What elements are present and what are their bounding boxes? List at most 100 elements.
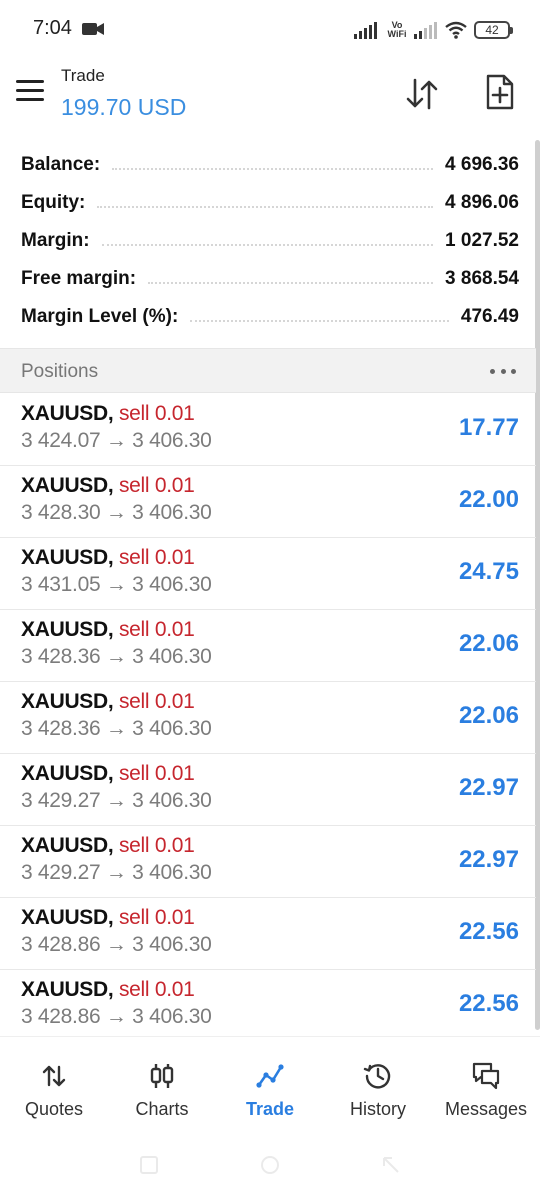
nav-history[interactable]: History — [324, 1037, 432, 1132]
positions-title: Positions — [21, 361, 99, 382]
position-profit: 22.56 — [458, 918, 519, 945]
arrow: → — [105, 933, 127, 956]
summary-label: Equity: — [21, 192, 86, 213]
open-price: 3 424.07 — [21, 429, 101, 452]
nav-label: Trade — [245, 1099, 295, 1119]
open-price: 3 428.36 — [21, 645, 101, 668]
home-icon[interactable] — [259, 1154, 281, 1176]
position-row[interactable]: XAUUSD, sell 0.01 3 431.05 → 3 406.30 24… — [0, 538, 536, 610]
position-row[interactable]: XAUUSD, sell 0.01 3 428.86 → 3 406.30 22… — [0, 898, 536, 970]
position-row[interactable]: XAUUSD, sell 0.01 3 424.07 → 3 406.30 17… — [0, 394, 536, 466]
position-row[interactable]: XAUUSD, sell 0.01 3 429.27 → 3 406.30 22… — [0, 826, 536, 898]
position-profit: 22.97 — [458, 774, 519, 801]
nav-label: Messages — [444, 1099, 528, 1119]
position-profit: 22.00 — [458, 486, 519, 513]
dotted-leader — [112, 168, 434, 170]
more-options-icon[interactable] — [490, 369, 516, 375]
position-profit: 17.77 — [458, 414, 519, 441]
position-symbol: XAUUSD, — [21, 474, 114, 497]
position-type: sell 0.01 — [118, 762, 195, 785]
position-profit: 22.06 — [458, 702, 519, 729]
position-row[interactable]: XAUUSD, sell 0.01 3 428.36 → 3 406.30 22… — [0, 682, 536, 754]
summary-label: Margin Level (%): — [21, 306, 179, 327]
quotes-icon — [42, 1065, 66, 1087]
position-profit: 22.06 — [458, 630, 519, 657]
summary-value: 476.49 — [460, 306, 519, 327]
position-symbol: XAUUSD, — [21, 546, 114, 569]
charts-icon — [150, 1064, 174, 1088]
summary-value: 1 027.52 — [445, 230, 519, 251]
current-price: 3 406.30 — [132, 645, 212, 668]
video-camera-icon — [82, 23, 104, 35]
arrow: → — [105, 1005, 127, 1028]
current-price: 3 406.30 — [132, 933, 212, 956]
summary-row-free-margin: Free margin: 3 868.54 — [0, 260, 536, 298]
position-symbol: XAUUSD, — [21, 834, 114, 857]
summary-label: Free margin: — [21, 268, 137, 289]
menu-icon[interactable] — [16, 80, 44, 104]
position-symbol: XAUUSD, — [21, 618, 114, 641]
current-price: 3 406.30 — [132, 429, 212, 452]
battery-icon: 42 — [474, 21, 513, 39]
page-title: Trade — [61, 66, 105, 85]
position-type: sell 0.01 — [118, 618, 195, 641]
open-price: 3 431.05 — [21, 573, 101, 596]
system-nav-bar — [0, 1132, 540, 1200]
dotted-leader — [190, 320, 449, 322]
arrow: → — [105, 717, 127, 740]
signal-icon — [354, 22, 377, 39]
status-bar: 7:04 Vo WiFi 42 — [0, 0, 540, 58]
open-price: 3 429.27 — [21, 789, 101, 812]
position-symbol: XAUUSD, — [21, 402, 114, 425]
current-price: 3 406.30 — [132, 717, 212, 740]
position-row[interactable]: XAUUSD, sell 0.01 3 428.36 → 3 406.30 22… — [0, 610, 536, 682]
arrow: → — [105, 573, 127, 596]
back-icon[interactable] — [380, 1154, 402, 1176]
nav-trade[interactable]: Trade — [216, 1037, 324, 1132]
open-price: 3 428.86 — [21, 933, 101, 956]
position-type: sell 0.01 — [118, 690, 195, 713]
position-symbol: XAUUSD, — [21, 978, 114, 1001]
current-price: 3 406.30 — [132, 573, 212, 596]
current-price: 3 406.30 — [132, 1005, 212, 1028]
position-type: sell 0.01 — [118, 978, 195, 1001]
nav-label: Charts — [135, 1099, 189, 1119]
summary-label: Margin: — [21, 230, 90, 251]
position-row[interactable]: XAUUSD, sell 0.01 3 428.86 → 3 406.30 22… — [0, 970, 536, 1042]
header-balance: 199.70 USD — [61, 94, 187, 120]
dotted-leader — [101, 244, 434, 246]
nav-charts[interactable]: Charts — [108, 1037, 216, 1132]
new-order-icon[interactable] — [484, 74, 516, 110]
recents-icon[interactable] — [138, 1154, 160, 1176]
arrow: → — [105, 429, 127, 452]
position-row[interactable]: XAUUSD, sell 0.01 3 428.30 → 3 406.30 22… — [0, 466, 536, 538]
vowifi-label: Vo WiFi — [387, 20, 407, 39]
position-symbol: XAUUSD, — [21, 762, 114, 785]
current-price: 3 406.30 — [132, 789, 212, 812]
open-price: 3 428.30 — [21, 501, 101, 524]
position-profit: 24.75 — [458, 558, 519, 585]
position-row[interactable]: XAUUSD, sell 0.01 3 429.27 → 3 406.30 22… — [0, 754, 536, 826]
arrow: → — [105, 861, 127, 884]
app-bar: Trade 199.70 USD — [0, 58, 540, 138]
summary-value: 4 896.06 — [445, 192, 519, 213]
sort-icon[interactable] — [404, 76, 440, 112]
arrow: → — [105, 789, 127, 812]
position-profit: 22.56 — [458, 990, 519, 1017]
nav-label: History — [349, 1099, 406, 1119]
position-type: sell 0.01 — [118, 474, 195, 497]
open-price: 3 429.27 — [21, 861, 101, 884]
position-type: sell 0.01 — [118, 906, 195, 929]
summary-row-equity: Equity: 4 896.06 — [0, 184, 536, 222]
summary-label: Balance: — [21, 154, 101, 175]
positions-header: Positions — [0, 348, 536, 393]
position-type: sell 0.01 — [118, 402, 195, 425]
dotted-leader — [97, 206, 434, 208]
current-price: 3 406.30 — [132, 861, 212, 884]
signal-weak-icon — [414, 22, 437, 39]
summary-value: 4 696.36 — [445, 154, 519, 175]
nav-messages[interactable]: Messages — [432, 1037, 540, 1132]
summary-value: 3 868.54 — [445, 268, 519, 289]
summary-row-margin-level: Margin Level (%): 476.49 — [0, 298, 536, 336]
nav-quotes[interactable]: Quotes — [0, 1037, 108, 1132]
